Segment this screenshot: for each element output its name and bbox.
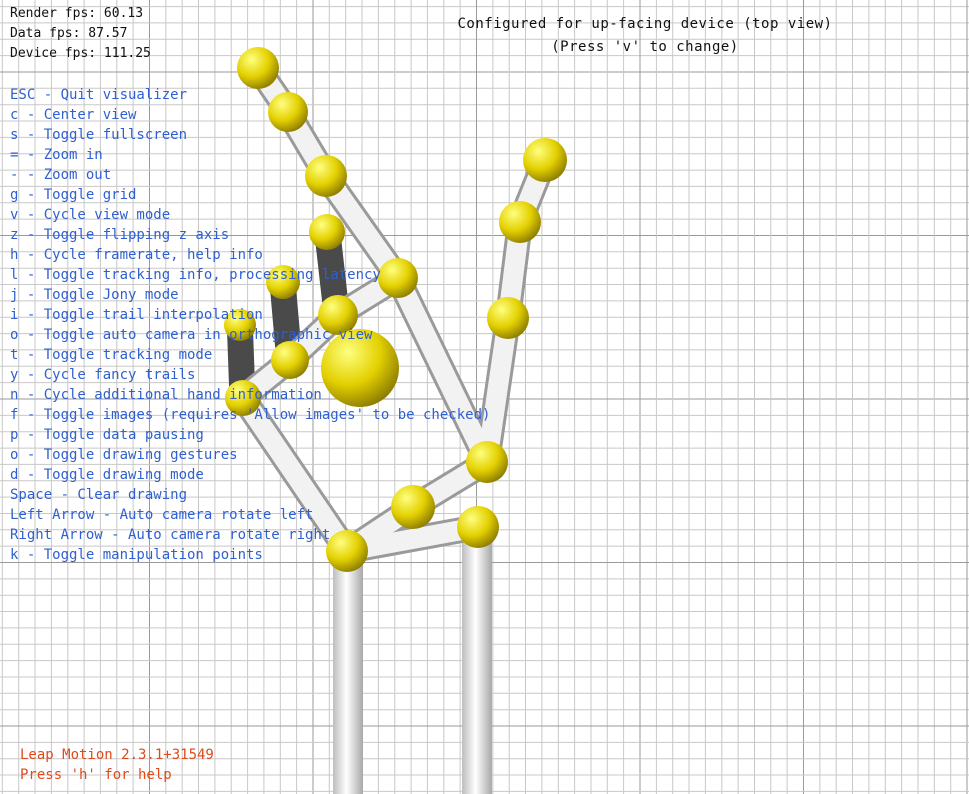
help-item: Right Arrow - Auto camera rotate right [10,527,331,543]
device-fps-label: Device fps: 111.25 [10,46,151,61]
joint [487,297,529,339]
data-fps-label: Data fps: 87.57 [10,26,128,41]
help-item: = - Zoom in [10,147,103,163]
help-item: s - Toggle fullscreen [10,127,188,143]
joint [499,201,541,243]
help-hint: Press 'h' for help [20,767,172,783]
help-item: v - Cycle view mode [10,207,171,223]
help-item: c - Center view [10,107,137,123]
help-item: ESC - Quit visualizer [10,87,188,103]
help-item: o - Toggle auto camera in orthographic v… [10,327,373,343]
version-label: Leap Motion 2.3.1+31549 [20,747,214,763]
help-item: j - Toggle Jony mode [10,287,179,303]
help-item: g - Toggle grid [10,187,137,203]
help-item: o - Toggle drawing gestures [10,447,238,463]
help-item: k - Toggle manipulation points [10,547,263,563]
render-fps-label: Render fps: 60.13 [10,6,144,21]
help-item: n - Cycle additional hand information [10,387,322,403]
joint [237,47,279,89]
help-item: t - Toggle tracking mode [10,347,213,363]
help-item: p - Toggle data pausing [10,427,204,443]
forearm-bone-left [333,548,363,794]
help-item: Left Arrow - Auto camera rotate left [10,507,314,523]
help-item: i - Toggle trail interpolation [10,307,263,323]
joint [523,138,567,182]
help-item: f - Toggle images (requires 'Allow image… [10,407,491,423]
help-menu: ESC - Quit visualizer c - Center view s - … [10,85,490,565]
help-item: - - Zoom out [10,167,112,183]
config-hint: (Press 'v' to change) [551,39,739,55]
help-item: h - Cycle framerate, help info [10,247,263,263]
help-item: l - Toggle tracking info, processing lat… [10,267,381,283]
config-message: Configured for up-facing device (top vie… [457,16,833,32]
forearm-bone-right [462,528,492,794]
help-item: y - Cycle fancy trails [10,367,196,383]
help-item: Space - Clear drawing [10,487,188,503]
help-item: d - Toggle drawing mode [10,467,204,483]
help-item: z - Toggle flipping z axis [10,227,230,243]
